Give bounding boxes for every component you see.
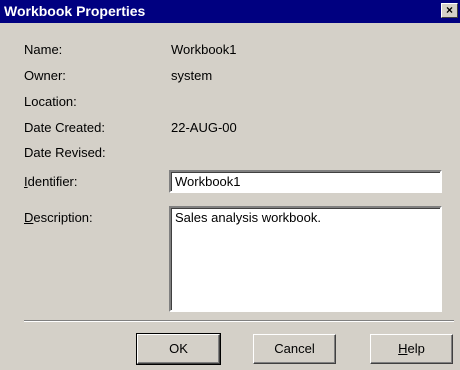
cancel-button[interactable]: Cancel xyxy=(253,334,336,364)
cancel-button-label: Cancel xyxy=(274,341,315,356)
name-value: Workbook1 xyxy=(171,42,237,57)
description-textarea-value: Sales analysis workbook. xyxy=(175,210,321,225)
identifier-input-value: Workbook1 xyxy=(175,174,241,189)
owner-label: Owner: xyxy=(24,68,66,83)
identifier-input[interactable]: Workbook1 xyxy=(169,170,442,193)
description-textarea[interactable]: Sales analysis workbook. xyxy=(169,206,442,312)
description-label: Description: xyxy=(24,210,93,225)
ok-button-label: OK xyxy=(169,341,188,356)
help-button-label: Help xyxy=(398,341,425,356)
close-icon: × xyxy=(445,3,453,17)
date-created-value: 22-AUG-00 xyxy=(171,120,237,135)
identifier-label: Identifier: xyxy=(24,174,78,189)
help-button[interactable]: Help xyxy=(370,334,453,364)
close-button[interactable]: × xyxy=(441,3,458,18)
divider xyxy=(24,320,454,322)
title-bar: Workbook Properties × xyxy=(0,0,460,23)
location-label: Location: xyxy=(24,94,77,109)
date-created-label: Date Created: xyxy=(24,120,105,135)
ok-button[interactable]: OK xyxy=(136,333,221,365)
window-title: Workbook Properties xyxy=(4,3,146,19)
owner-value: system xyxy=(171,68,213,83)
date-revised-label: Date Revised: xyxy=(24,145,106,160)
name-label: Name: xyxy=(24,42,63,57)
